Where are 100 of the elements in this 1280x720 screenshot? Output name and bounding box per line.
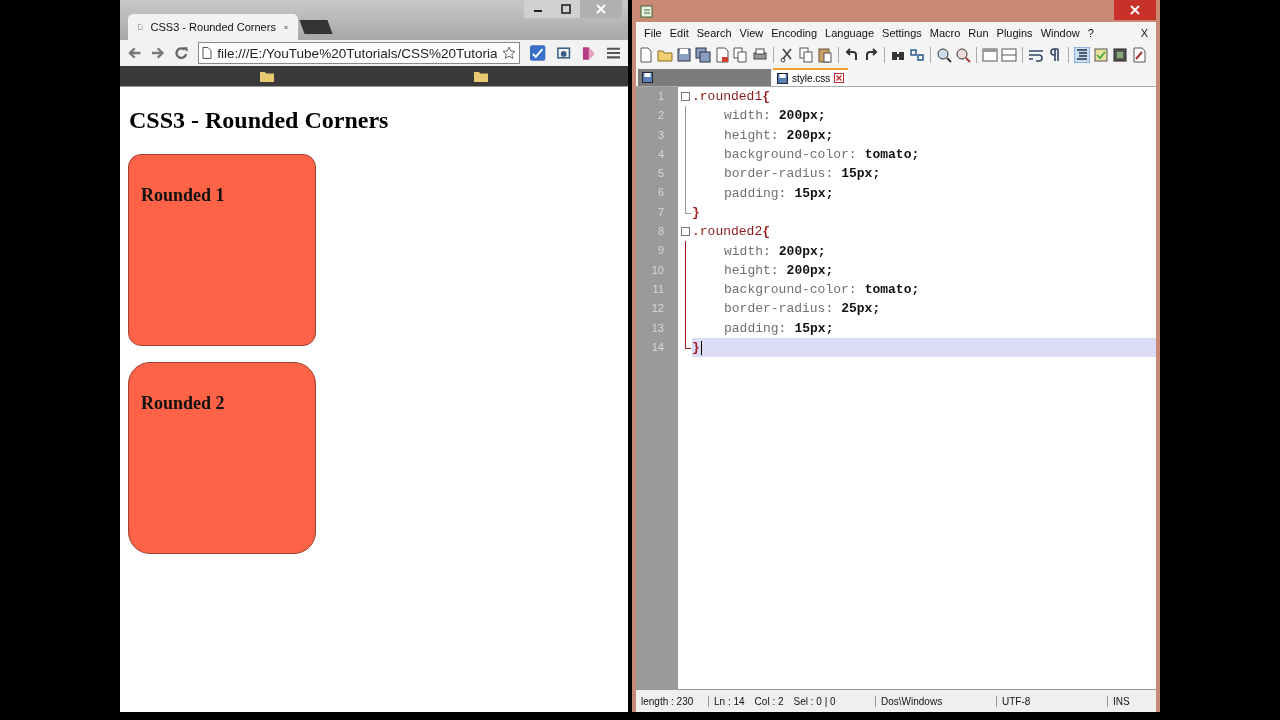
replace-icon[interactable] [909, 47, 925, 63]
box-label: Rounded 1 [141, 185, 225, 206]
status-text: Dos\Windows [875, 695, 996, 707]
code-property: height: [724, 262, 779, 278]
zoom-out-icon[interactable] [955, 47, 971, 63]
status-text: Sel : 0 | 0 [792, 695, 837, 707]
address-field[interactable]: file:///E:/YouTube%20Tutorials/CSS%20Tutoria [198, 42, 521, 64]
new-file-icon[interactable] [638, 47, 654, 63]
code-value: 200px; [786, 262, 834, 278]
code-property: padding: [724, 185, 787, 201]
word-wrap-icon[interactable] [1028, 47, 1044, 63]
line-number: 14 [650, 339, 665, 355]
close-button[interactable] [1114, 0, 1156, 20]
reload-icon[interactable] [174, 46, 189, 60]
minimize-button[interactable] [524, 0, 552, 18]
code-value: 15px; [794, 185, 834, 201]
status-text: Ln : 14 [713, 695, 746, 707]
star-icon[interactable] [502, 46, 517, 60]
menu-item[interactable]: Search [692, 27, 736, 39]
menu-item[interactable]: ? [1083, 27, 1098, 39]
save-all-icon[interactable] [695, 47, 711, 63]
undo-icon[interactable] [844, 47, 860, 63]
code-property: background-color: [724, 282, 857, 298]
extension-icon[interactable] [581, 45, 597, 61]
new-tab-button[interactable] [299, 20, 333, 34]
maximize-button[interactable] [552, 0, 580, 18]
code-value: tomato; [864, 147, 920, 163]
page-icon [202, 47, 213, 59]
panel-icon[interactable] [1112, 47, 1128, 63]
open-folder-icon[interactable] [657, 47, 673, 63]
status-text: Col : 2 [753, 695, 785, 707]
page-icon [138, 21, 143, 33]
file-tab[interactable]: style.css [773, 68, 849, 86]
text-cursor [700, 340, 702, 355]
code-value: 200px; [786, 127, 834, 143]
code-selector: .rounded1 [692, 89, 763, 105]
code-property: width: [724, 243, 771, 259]
close-all-icon[interactable] [733, 47, 749, 63]
line-number: 11 [651, 281, 665, 297]
forward-icon[interactable] [151, 46, 165, 60]
window-icon[interactable] [982, 47, 998, 63]
close-icon[interactable] [834, 73, 845, 83]
redo-icon[interactable] [863, 47, 879, 63]
code-value: 200px; [778, 108, 826, 124]
menu-item[interactable]: Window [1036, 27, 1084, 39]
fold-icon[interactable] [681, 227, 690, 237]
cut-icon[interactable] [779, 47, 795, 63]
menu-item[interactable]: Encoding [767, 27, 822, 39]
status-text: UTF-8 [996, 695, 1107, 707]
menu-item[interactable]: Settings [878, 27, 926, 39]
code-selector: .rounded2 [692, 224, 763, 240]
folder-icon[interactable] [260, 70, 274, 82]
paste-icon[interactable] [817, 47, 833, 63]
browser-tab[interactable]: CSS3 - Rounded Corners [128, 14, 298, 40]
line-number: 9 [656, 243, 665, 259]
back-icon[interactable] [128, 46, 142, 60]
code-brace: { [762, 89, 771, 105]
code-brace: } [692, 340, 700, 355]
line-number: 7 [656, 204, 665, 220]
menu-item[interactable]: File [640, 27, 666, 39]
menu-item[interactable]: View [735, 27, 768, 39]
code-value: 200px; [778, 243, 826, 259]
indent-guide-icon[interactable] [1074, 47, 1090, 63]
code-brace: } [692, 204, 700, 220]
pen-icon[interactable] [1131, 47, 1147, 63]
extension-icon[interactable] [555, 45, 572, 61]
code-value: 15px; [794, 320, 834, 336]
menu-icon[interactable] [606, 47, 620, 59]
menu-item[interactable]: Run [964, 27, 993, 39]
menu-item[interactable]: Language [821, 27, 879, 39]
status-text: length : 230 [636, 695, 709, 707]
line-number: 1 [656, 89, 665, 104]
copy-icon[interactable] [798, 47, 814, 63]
close-icon [596, 4, 606, 14]
close-icon [1130, 5, 1140, 15]
line-number: 13 [650, 320, 665, 336]
maximize-icon [561, 4, 571, 14]
code-brace: { [762, 224, 771, 240]
code-value: tomato; [864, 282, 920, 298]
zoom-in-icon[interactable] [936, 47, 952, 63]
menu-item[interactable]: Edit [665, 27, 693, 39]
close-document-button[interactable]: X [1136, 27, 1152, 39]
code-property: width: [724, 108, 771, 124]
code-property: border-radius: [724, 301, 834, 317]
line-number: 5 [656, 166, 665, 182]
save-icon[interactable] [676, 47, 692, 63]
app-icon [640, 4, 654, 18]
status-text: INS [1107, 695, 1146, 707]
line-number: 3 [656, 127, 665, 143]
fold-icon[interactable] [681, 92, 690, 101]
save-icon [777, 72, 788, 84]
menu-item[interactable]: Macro [925, 27, 965, 39]
code-property: padding: [724, 320, 787, 336]
window-icon[interactable] [1001, 47, 1017, 63]
folder-icon[interactable] [474, 70, 488, 82]
code-property: background-color: [724, 147, 857, 163]
extension-icon[interactable] [530, 45, 546, 61]
print-icon[interactable] [752, 47, 768, 63]
menu-item[interactable]: Plugins [992, 27, 1037, 39]
close-file-icon[interactable] [714, 47, 730, 63]
